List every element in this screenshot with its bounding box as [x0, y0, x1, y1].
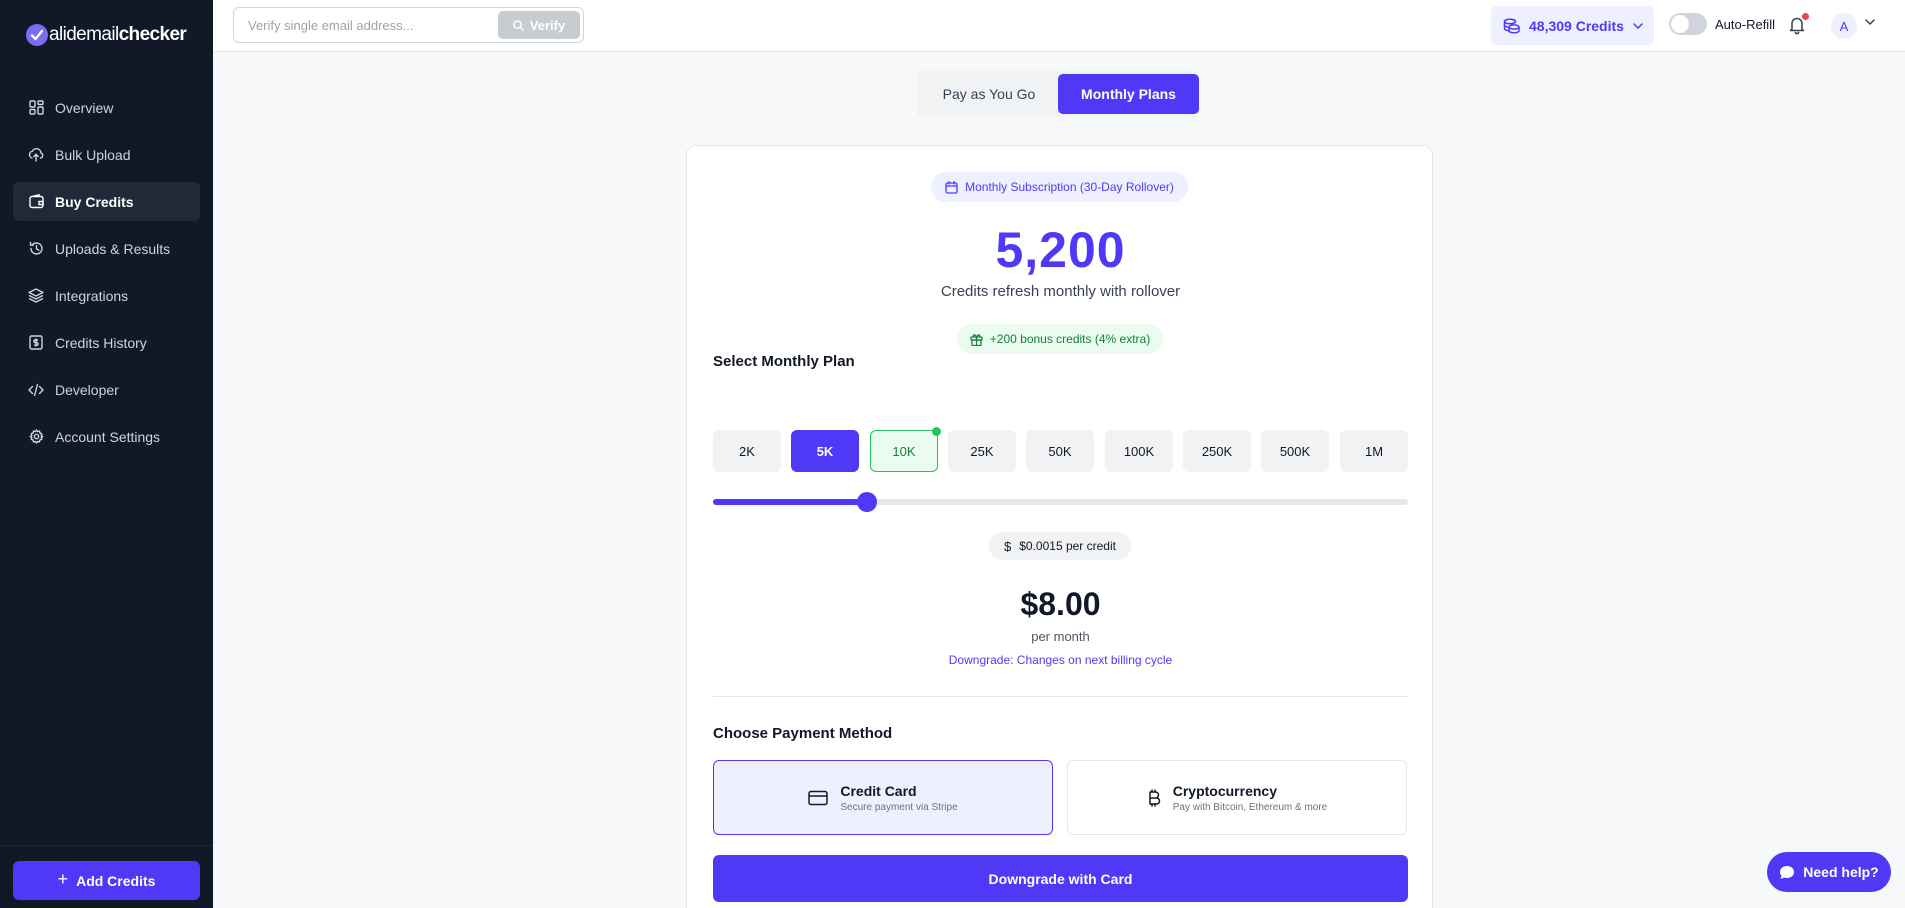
- need-help-label: Need help?: [1803, 864, 1879, 880]
- plan-option-current[interactable]: 10K: [870, 427, 941, 472]
- sidebar-item-label: Uploads & Results: [55, 240, 171, 257]
- need-help-button[interactable]: Need help?: [1767, 852, 1891, 892]
- plan-option-selected[interactable]: 5K: [791, 430, 859, 472]
- plan-price: $8.00: [1020, 586, 1101, 622]
- chevron-down-icon: [1633, 22, 1643, 29]
- current-plan-indicator: [932, 427, 941, 436]
- sidebar-nav: Overview Bulk Upload Buy Credits Uploads…: [13, 88, 200, 464]
- tab-pay-as-you-go[interactable]: Pay as You Go: [920, 74, 1058, 114]
- grid-icon: [28, 100, 44, 116]
- sidebar-item-integrations[interactable]: Integrations: [13, 276, 200, 315]
- sidebar-item-developer[interactable]: Developer: [13, 370, 200, 409]
- verify-email-form: Verify: [233, 7, 584, 43]
- sidebar-item-bulk-upload[interactable]: Bulk Upload: [13, 135, 200, 174]
- wallet-icon: [28, 194, 44, 210]
- sidebar-item-credits-history[interactable]: Credits History: [13, 323, 200, 362]
- payment-option-title: Cryptocurrency: [1172, 782, 1277, 799]
- per-credit-badge: $ $0.0015 per credit: [989, 532, 1131, 560]
- sidebar-divider: [0, 845, 213, 846]
- plan-option-label: 10K: [892, 443, 916, 459]
- plan-slider-thumb[interactable]: [857, 492, 878, 512]
- price-period: per month: [1031, 629, 1090, 644]
- topbar: Verify 48,309 Credits Auto-Refill A: [213, 0, 1905, 52]
- payment-option-title: Credit Card: [840, 782, 917, 799]
- plan-option[interactable]: 250K: [1183, 430, 1251, 472]
- select-plan-title: Select Monthly Plan: [713, 353, 855, 370]
- gift-icon: [970, 333, 983, 346]
- auto-refill-control: Auto-Refill: [1669, 13, 1775, 35]
- chevron-down-icon[interactable]: [1865, 19, 1875, 25]
- cloud-upload-icon: [28, 147, 44, 163]
- subscription-badge-label: Monthly Subscription (30-Day Rollover): [965, 180, 1174, 194]
- avatar[interactable]: A: [1831, 13, 1857, 39]
- credits-amount: 5,200: [995, 222, 1126, 278]
- search-icon: [513, 19, 524, 31]
- sidebar-item-account-settings[interactable]: Account Settings: [13, 417, 200, 456]
- calendar-icon: [945, 180, 958, 194]
- add-credits-button[interactable]: + Add Credits: [13, 861, 200, 900]
- plan-option[interactable]: 1M: [1340, 430, 1408, 472]
- plan-slider-fill: [713, 499, 868, 505]
- plan-slider[interactable]: [713, 492, 1408, 512]
- credit-card-icon: [808, 790, 829, 806]
- logo-text: alidemailchecker: [49, 24, 187, 45]
- tab-monthly-plans[interactable]: Monthly Plans: [1058, 74, 1199, 114]
- payment-method-title: Choose Payment Method: [713, 725, 893, 742]
- logo-check-icon: [26, 24, 48, 46]
- subscription-badge: Monthly Subscription (30-Day Rollover): [931, 172, 1188, 202]
- receipt-icon: [28, 335, 44, 351]
- plan-option[interactable]: 50K: [1026, 430, 1094, 472]
- gear-icon: [28, 429, 44, 445]
- verify-button-label: Verify: [529, 17, 566, 33]
- payment-option-subtitle: Secure payment via Stripe: [840, 801, 958, 813]
- sidebar-item-label: Account Settings: [55, 428, 161, 445]
- sidebar-item-buy-credits[interactable]: Buy Credits: [13, 182, 200, 221]
- payment-option-crypto[interactable]: Cryptocurrency Pay with Bitcoin, Ethereu…: [1067, 760, 1407, 835]
- notification-dot: [1802, 13, 1809, 20]
- per-credit-label: $0.0015 per credit: [1019, 539, 1116, 553]
- brand-logo[interactable]: alidemailchecker: [26, 22, 187, 48]
- plan-options: 2K 5K 10K 25K 50K 100K 250K 500K 1M: [713, 427, 1408, 472]
- auto-refill-label: Auto-Refill: [1715, 16, 1775, 32]
- monthly-plan-card: Monthly Subscription (30-Day Rollover) 5…: [686, 145, 1433, 908]
- payment-option-subtitle: Pay with Bitcoin, Ethereum & more: [1172, 801, 1328, 813]
- bitcoin-icon: [1147, 788, 1161, 807]
- sidebar-item-overview[interactable]: Overview: [13, 88, 200, 127]
- plan-option[interactable]: 500K: [1261, 430, 1329, 472]
- sidebar-item-label: Developer: [55, 381, 119, 398]
- credits-balance-label: 48,309 Credits: [1529, 17, 1624, 34]
- sidebar: alidemailchecker Overview Bulk Upload Bu…: [0, 0, 213, 908]
- verify-email-input[interactable]: [235, 9, 495, 41]
- downgrade-submit-button[interactable]: Downgrade with Card: [713, 855, 1408, 902]
- add-credits-label: Add Credits: [76, 872, 156, 889]
- sidebar-item-label: Bulk Upload: [55, 146, 131, 163]
- pricing-mode-tabs: Pay as You Go Monthly Plans: [917, 71, 1199, 117]
- verify-button[interactable]: Verify: [498, 11, 580, 39]
- credits-subtitle: Credits refresh monthly with rollover: [940, 283, 1181, 300]
- payment-option-credit-card[interactable]: Credit Card Secure payment via Stripe: [713, 760, 1053, 835]
- history-icon: [28, 241, 44, 257]
- credits-balance-dropdown[interactable]: 48,309 Credits: [1491, 6, 1654, 45]
- auto-refill-toggle[interactable]: [1669, 13, 1707, 35]
- sidebar-item-label: Overview: [55, 99, 114, 116]
- bonus-badge: +200 bonus credits (4% extra): [957, 324, 1163, 354]
- code-icon: [28, 382, 44, 398]
- sidebar-item-label: Buy Credits: [55, 193, 134, 210]
- sidebar-item-label: Credits History: [55, 334, 147, 351]
- plan-option[interactable]: 100K: [1105, 430, 1173, 472]
- bonus-label: +200 bonus credits (4% extra): [989, 332, 1151, 346]
- layers-icon: [28, 288, 44, 304]
- downgrade-note: Downgrade: Changes on next billing cycle: [948, 653, 1173, 667]
- sidebar-item-uploads-results[interactable]: Uploads & Results: [13, 229, 200, 268]
- chat-bubble-icon: [1779, 865, 1795, 880]
- plan-option[interactable]: 25K: [948, 430, 1016, 472]
- dollar-icon: $: [1004, 538, 1012, 554]
- coins-icon: [1503, 17, 1520, 34]
- notifications-bell-icon[interactable]: [1788, 13, 1809, 35]
- card-divider: [713, 696, 1408, 697]
- toggle-knob: [1671, 15, 1689, 33]
- plan-option[interactable]: 2K: [713, 430, 781, 472]
- sidebar-item-label: Integrations: [55, 287, 129, 304]
- plus-icon: +: [57, 869, 69, 889]
